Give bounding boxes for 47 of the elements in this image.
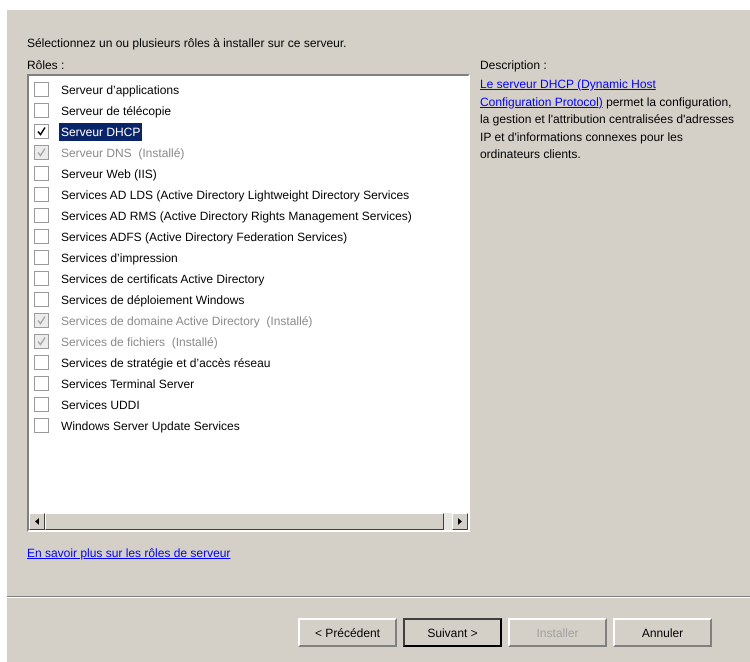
dialog-button[interactable]: < Précédent (298, 618, 397, 647)
role-item[interactable]: Serveur DHCP (59, 122, 142, 140)
scroll-right-button[interactable] (452, 513, 468, 530)
dialog-button[interactable]: Annuler (613, 618, 712, 647)
checkbox[interactable] (34, 355, 49, 370)
dhcp-link[interactable]: Le serveur DHCP (Dynamic Host (480, 77, 656, 91)
description-label: Description : (480, 57, 548, 72)
learn-more-link[interactable]: En savoir plus sur les rôles de serveur (27, 546, 230, 560)
checkbox[interactable] (34, 229, 49, 244)
role-item[interactable]: Serveur Web (IIS) (59, 164, 159, 182)
role-item[interactable]: Services ADFS (Active Directory Federation Services) (59, 228, 350, 246)
roles-label: Rôles : (27, 57, 66, 72)
role-item[interactable]: Serveur d’applications (59, 80, 182, 98)
checkbox[interactable] (34, 187, 49, 202)
role-item[interactable]: Services AD RMS (Active Directory Rights Management Services) (59, 206, 414, 224)
dhcp-link[interactable]: Configuration Protocol) (480, 94, 603, 108)
checkbox[interactable] (34, 397, 49, 412)
role-item[interactable]: Services Terminal Server (59, 374, 196, 392)
checkbox[interactable] (34, 418, 49, 433)
checkbox[interactable] (34, 271, 49, 286)
role-item[interactable]: Services UDDI (59, 396, 142, 414)
role-item[interactable]: Serveur de télécopie (59, 102, 174, 120)
role-item[interactable]: Services de stratégie et d’accès réseau (59, 354, 272, 372)
role-item[interactable]: Windows Server Update Services (59, 416, 242, 434)
checkbox[interactable] (34, 376, 49, 391)
instruction-text: Sélectionnez un ou plusieurs rôles à installer sur ce serveur. (27, 35, 348, 52)
role-item[interactable]: Services AD LDS (Active Directory Lightweight Directory Services (59, 186, 412, 204)
checkbox[interactable] (34, 166, 49, 181)
description-text: Configuration Protocol) permet la configuration, la gestion et l'attribution centralisées d'adresses IP et d'informations connexes pour les ordinateurs clients. (480, 94, 735, 163)
check-icon (37, 316, 46, 325)
checkbox[interactable] (34, 103, 49, 118)
dialog-button[interactable]: Suivant > (403, 618, 502, 647)
scroll-left-button[interactable] (29, 513, 45, 530)
check-icon (37, 148, 46, 157)
role-item[interactable]: Services de déploiement Windows (59, 290, 246, 308)
checkbox[interactable] (34, 208, 49, 223)
role-item[interactable]: Services de certificats Active Directory (59, 270, 266, 288)
roles-list[interactable] (27, 74, 470, 532)
role-item[interactable]: Services d’impression (59, 248, 180, 266)
checkbox[interactable] (34, 124, 49, 139)
left-arrow-icon (35, 518, 39, 525)
right-arrow-icon (458, 518, 462, 525)
checkbox[interactable] (34, 250, 49, 265)
checkbox[interactable] (34, 82, 49, 97)
checkbox[interactable] (34, 292, 49, 307)
check-icon (37, 337, 46, 346)
check-icon (37, 127, 46, 136)
